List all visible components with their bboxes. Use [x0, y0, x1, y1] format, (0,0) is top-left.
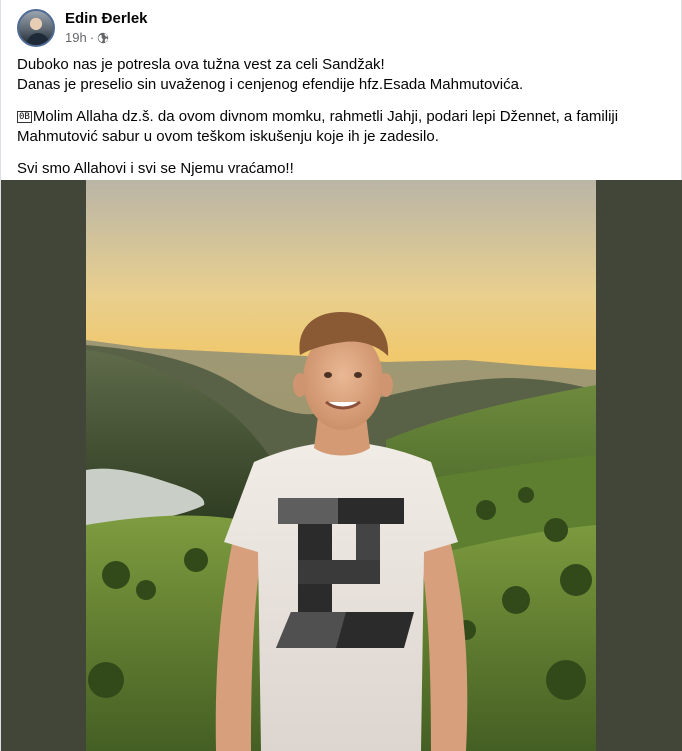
facebook-post: Edin Đerlek 19h · Duboko nas je potresla… [0, 0, 682, 751]
post-paragraph-2: Danas je preselio sin uvaženog i cenjeno… [17, 76, 524, 93]
author-avatar[interactable] [17, 9, 55, 47]
post-prayer-paragraph: 0B Molim Allaha dz.š. da ovom divnom momk… [17, 107, 667, 147]
post-header: Edin Đerlek 19h · [17, 8, 148, 48]
post-timestamp-row: 19h · [65, 30, 148, 46]
post-closing-paragraph: Svi smo Allahovi i svi se Njemu vraćamo!… [17, 160, 294, 177]
post-text: Duboko nas je potresla ova tužna vest za… [17, 55, 667, 179]
globe-icon[interactable] [97, 32, 109, 44]
post-meta: Edin Đerlek 19h · [65, 10, 148, 46]
photo-frame[interactable] [1, 180, 682, 751]
post-time[interactable]: 19h [65, 30, 87, 46]
post-photo[interactable] [86, 180, 596, 751]
missing-emoji-icon: 0B [17, 111, 32, 123]
author-name[interactable]: Edin Đerlek [65, 10, 148, 28]
sunset-portrait-image [86, 180, 596, 751]
post-prayer-text: Molim Allaha dz.š. da ovom divnom momku,… [17, 108, 619, 145]
separator-dot: · [89, 30, 95, 45]
post-paragraph-1: Duboko nas je potresla ova tužna vest za… [17, 56, 385, 73]
